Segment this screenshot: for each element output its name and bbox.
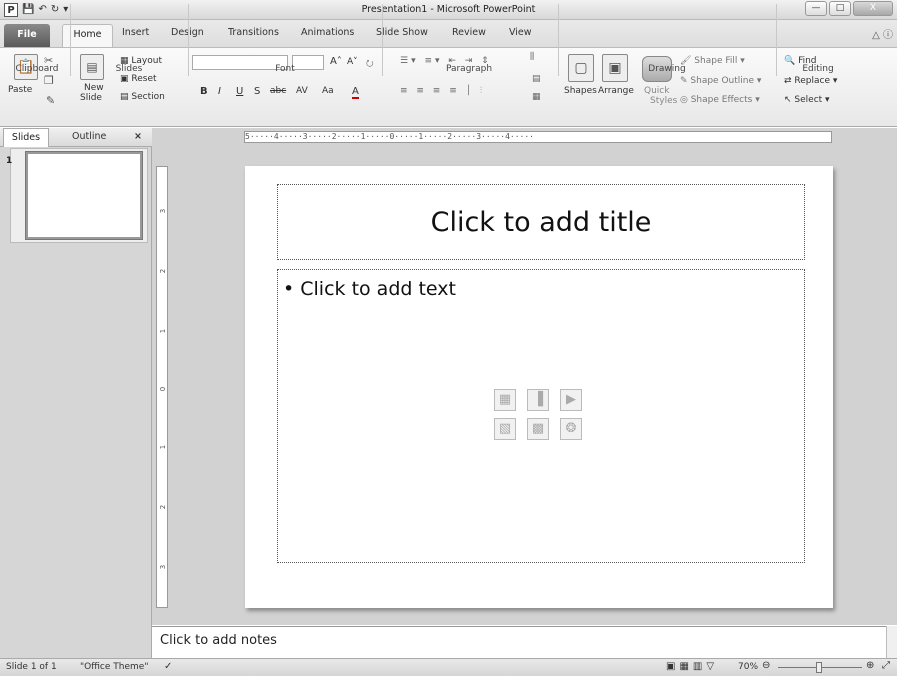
horizontal-ruler: 5·····4·····3·····2·····1·····0·····1···… [244, 131, 832, 143]
bold-button[interactable]: B [200, 86, 208, 97]
notes-placeholder: Click to add notes [160, 633, 277, 648]
insert-table-icon[interactable]: ▦ [494, 389, 516, 411]
bullet-text: Click to add text [300, 278, 456, 300]
text-direction-icon[interactable]: ⫼ [530, 52, 534, 62]
tab-transitions[interactable]: Transitions [228, 27, 279, 38]
drawing-group-label: Drawing [648, 64, 686, 74]
vertical-ruler-mark: 3 [159, 564, 167, 570]
shadow-button[interactable]: S [254, 86, 260, 97]
theme-name[interactable]: "Office Theme" [80, 662, 148, 672]
title-placeholder-text: Click to add title [430, 206, 652, 238]
zoom-in-icon[interactable]: ⊕ [866, 660, 874, 671]
quick-styles-label-2[interactable]: Styles [650, 96, 677, 106]
window-title: Presentation1 - Microsoft PowerPoint [361, 4, 536, 15]
content-placeholder-text: • Click to add text [283, 278, 456, 300]
tab-slide-show[interactable]: Slide Show [376, 27, 428, 38]
tab-review[interactable]: Review [452, 27, 486, 38]
slides-group-label: Slides [115, 64, 143, 74]
shape-outline-label: Shape Outline [690, 76, 755, 86]
shape-outline-button[interactable]: ✎ Shape Outline ▾ [680, 76, 761, 86]
tab-insert[interactable]: Insert [122, 27, 149, 38]
notes-scrollbar[interactable] [886, 626, 897, 658]
tab-slides[interactable]: Slides [3, 128, 49, 147]
strikethrough-button[interactable]: abc [270, 86, 286, 96]
new-slide-label-1[interactable]: New [84, 83, 104, 93]
underline-button[interactable]: U [236, 86, 243, 97]
new-slide-label-2[interactable]: Slide [80, 93, 102, 103]
vertical-ruler: 3 2 1 0 1 2 3 [156, 166, 168, 608]
font-group-label: Font [275, 64, 295, 74]
vertical-ruler-mark: 3 [159, 208, 167, 214]
paste-button[interactable]: Paste [8, 85, 32, 95]
italic-button[interactable]: I [218, 86, 221, 97]
font-color-button[interactable]: A [352, 86, 359, 99]
close-button[interactable]: X [853, 1, 893, 16]
character-spacing-button[interactable]: AV [296, 86, 308, 96]
tab-file[interactable]: File [4, 24, 50, 47]
title-placeholder[interactable]: Click to add title [277, 184, 805, 260]
select-button[interactable]: ↖ Select ▾ [784, 95, 830, 105]
quick-styles-label-1[interactable]: Quick [644, 86, 669, 96]
vertical-ruler-mark: 1 [159, 444, 167, 450]
vertical-ruler-mark: 1 [159, 328, 167, 334]
minimize-button[interactable]: — [805, 1, 827, 16]
change-case-button[interactable]: Aa [322, 86, 334, 96]
vertical-ruler-mark: 2 [159, 268, 167, 274]
section-label: Section [131, 92, 165, 102]
insert-media-icon[interactable]: ❂ [560, 418, 582, 440]
zoom-slider-thumb[interactable] [816, 662, 822, 673]
tab-outline[interactable]: Outline [72, 131, 106, 142]
section-button[interactable]: ▤ Section [120, 92, 165, 102]
slide-thumbnail[interactable] [26, 152, 142, 239]
ribbon-separator [188, 4, 189, 76]
insert-picture-icon[interactable]: ▧ [494, 418, 516, 440]
tab-view[interactable]: View [509, 27, 532, 38]
ribbon-tabs: File Home Insert Design Transitions Anim… [0, 20, 897, 47]
copy-icon[interactable]: ❐ [44, 74, 54, 87]
clipboard-group-label: Clipboard [15, 64, 59, 74]
ribbon-separator [558, 4, 559, 76]
reset-label: Reset [131, 74, 157, 84]
smartart-icon[interactable]: ▦ [532, 92, 541, 102]
alignment-buttons[interactable]: ≡ ≡ ≡ ≡ │ ⫶ [400, 86, 485, 96]
shape-effects-button[interactable]: ◎ Shape Effects ▾ [680, 95, 760, 105]
paragraph-group-label: Paragraph [445, 64, 493, 74]
ribbon-separator [382, 4, 383, 76]
window-controls: — □ X [805, 1, 893, 16]
slide-thumbnail-number: 1 [6, 156, 13, 166]
view-buttons[interactable]: ▣▦▥▽ [666, 661, 718, 672]
fit-to-window-icon[interactable]: ⤢ [882, 660, 890, 671]
slides-pane-tabs: Slides Outline × [0, 128, 152, 147]
shape-effects-label: Shape Effects [690, 95, 753, 105]
align-text-icon[interactable]: ▤ [532, 74, 541, 84]
insert-clip-art-icon[interactable]: ▩ [527, 418, 549, 440]
vertical-ruler-mark: 2 [159, 504, 167, 510]
maximize-button[interactable]: □ [829, 1, 851, 16]
content-placeholder[interactable] [277, 269, 805, 563]
ribbon-separator [776, 4, 777, 76]
vertical-ruler-mark: 0 [159, 386, 167, 392]
slide-count: Slide 1 of 1 [6, 662, 57, 672]
spell-check-icon[interactable]: ✓ [164, 661, 172, 672]
replace-label: Replace [794, 76, 831, 86]
editing-group-label: Editing [802, 64, 834, 74]
replace-button[interactable]: ⇄ Replace ▾ [784, 76, 837, 86]
format-painter-icon[interactable]: ✎ [46, 94, 55, 107]
zoom-out-icon[interactable]: ⊖ [762, 660, 770, 671]
ribbon-collapse-icon[interactable]: △ ⓘ [872, 26, 893, 41]
shapes-button[interactable]: Shapes [564, 86, 597, 96]
insert-smartart-icon[interactable]: ▶ [560, 389, 582, 411]
arrange-button[interactable]: Arrange [598, 86, 634, 96]
insert-chart-icon[interactable]: ▐ [527, 389, 549, 411]
select-label: Select [794, 95, 823, 105]
ribbon-separator [70, 4, 71, 76]
zoom-level[interactable]: 70% [738, 662, 758, 672]
tab-animations[interactable]: Animations [301, 27, 354, 38]
reset-button[interactable]: ▣ Reset [120, 74, 157, 84]
close-pane-icon[interactable]: × [134, 131, 142, 142]
